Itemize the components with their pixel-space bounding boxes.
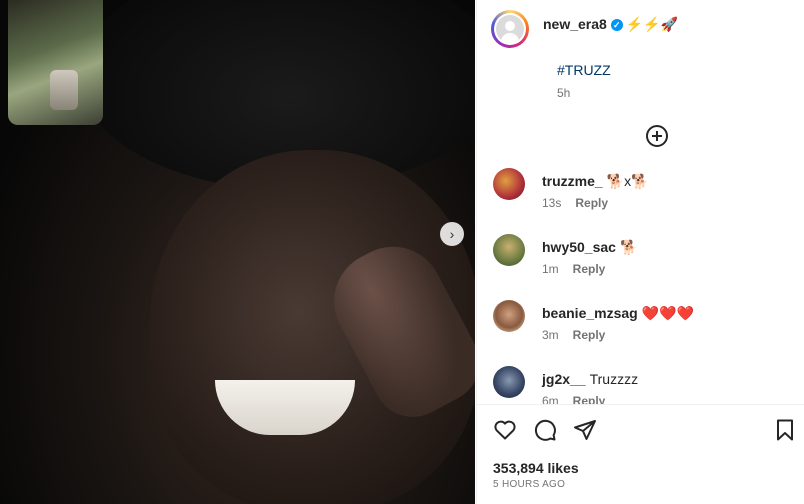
comment-time: 1m <box>542 262 559 276</box>
chevron-right-icon: › <box>449 226 455 242</box>
comment-text: Truzzzz <box>589 371 639 387</box>
comment-time: 3m <box>542 328 559 342</box>
reply-button[interactable]: Reply <box>575 196 608 210</box>
comment-time: 13s <box>542 196 562 210</box>
comment-text: 🐕 <box>619 239 638 255</box>
heart-icon[interactable] <box>493 418 519 444</box>
commenter-avatar[interactable] <box>493 300 525 332</box>
next-media-button[interactable]: › <box>440 222 464 246</box>
bookmark-icon[interactable] <box>773 418 799 444</box>
author-username-text: new_era8 <box>543 16 607 32</box>
commenter-username[interactable]: beanie_mzsag <box>542 305 638 321</box>
comments-list[interactable]: truzzme_ 🐕x🐕 13s Reply hwy50_sac 🐕 1m Reply … <box>493 168 793 404</box>
pip-pendant-shape <box>50 70 78 110</box>
title-emojis: ⚡⚡🚀 <box>625 16 679 32</box>
reply-button[interactable]: Reply <box>573 328 606 342</box>
share-icon[interactable] <box>573 418 599 444</box>
post-time: 5h <box>557 86 571 100</box>
comment-icon[interactable] <box>533 418 559 444</box>
verified-icon: ✓ <box>610 19 623 31</box>
post-media[interactable]: › <box>0 0 475 504</box>
action-bar <box>493 418 793 444</box>
commenter-username[interactable]: jg2x__ <box>542 371 586 387</box>
author-username[interactable]: new_era8 ✓ ⚡⚡🚀 <box>543 16 678 33</box>
commenter-avatar[interactable] <box>493 366 525 398</box>
actions-divider <box>477 404 804 405</box>
post-details-panel: new_era8 ✓ ⚡⚡🚀 #TRUZZ 5h truzzme_ 🐕x🐕 13s Re… <box>476 0 804 504</box>
author-avatar[interactable] <box>491 10 529 48</box>
likes-count[interactable]: 353,894 likes <box>493 460 579 476</box>
commenter-avatar[interactable] <box>493 168 525 200</box>
comment-text: ❤️❤️❤️ <box>641 305 695 321</box>
caption-hashtag[interactable]: #TRUZZ <box>557 62 611 78</box>
reply-button[interactable]: Reply <box>573 394 606 404</box>
posted-time: 5 HOURS AGO <box>493 479 566 490</box>
commenter-avatar[interactable] <box>493 234 525 266</box>
plus-circle-icon[interactable] <box>646 125 668 147</box>
reply-button[interactable]: Reply <box>573 262 606 276</box>
comment-time: 6m <box>542 394 559 404</box>
commenter-username[interactable]: truzzme_ <box>542 173 603 189</box>
comment-text: 🐕x🐕 <box>606 173 649 189</box>
commenter-username[interactable]: hwy50_sac <box>542 239 616 255</box>
pip-video-thumbnail <box>8 0 103 125</box>
